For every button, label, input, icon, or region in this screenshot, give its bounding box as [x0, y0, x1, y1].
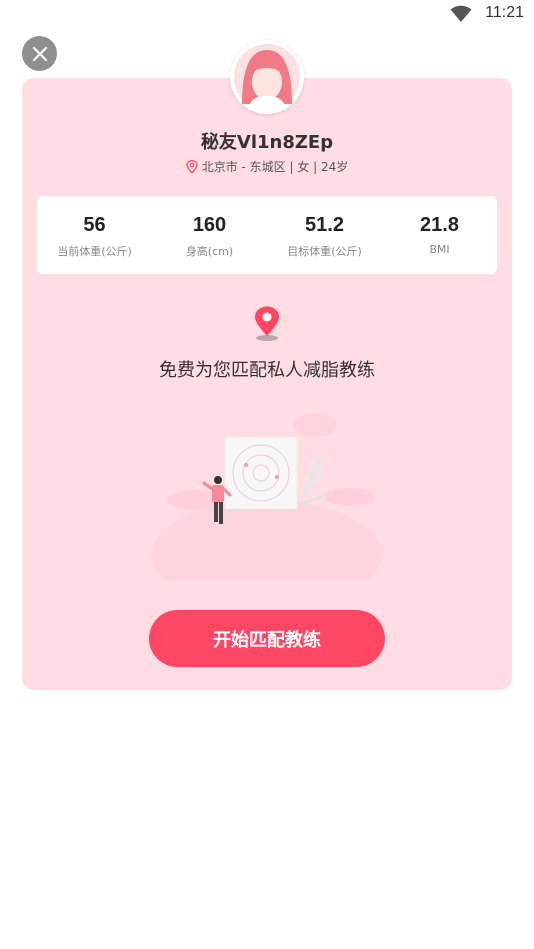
- map-pin-icon: [255, 306, 279, 341]
- user-meta-text: 北京市 - 东城区 | 女 | 24岁: [201, 160, 349, 174]
- username: 秘友Vl1n8ZEp: [200, 132, 334, 153]
- avatar: [230, 40, 304, 114]
- stats-panel: 56 当前体重(公斤) 160 身高(cm) 51.2 目标体重(公斤) 21.…: [37, 196, 497, 274]
- close-button[interactable]: [22, 36, 57, 71]
- avatar-image: [234, 44, 300, 110]
- tagline: 免费为您匹配私人减脂教练: [159, 360, 375, 381]
- wifi-icon: [450, 5, 472, 22]
- close-icon: [32, 46, 47, 61]
- matching-illustration: [152, 413, 382, 580]
- stat-value: 160: [192, 214, 227, 236]
- stat-label: 目标体重(公斤): [287, 245, 362, 258]
- status-time: 11:21: [485, 4, 524, 21]
- start-matching-button[interactable]: 开始匹配教练: [149, 610, 385, 667]
- stat-value: 51.2: [305, 214, 344, 236]
- status-bar: 11:21: [0, 0, 534, 28]
- stat-label: 当前体重(公斤): [57, 245, 132, 258]
- stat-label: BMI: [429, 243, 450, 256]
- stat-bmi: 21.8 BMI: [382, 196, 497, 274]
- stat-target-weight: 51.2 目标体重(公斤): [267, 196, 382, 274]
- stat-current-weight: 56 当前体重(公斤): [37, 196, 152, 274]
- stat-label: 身高(cm): [185, 245, 234, 258]
- user-meta: 北京市 - 东城区 | 女 | 24岁: [0, 158, 534, 175]
- location-icon: [186, 159, 198, 174]
- stat-value: 21.8: [420, 214, 459, 236]
- stat-height: 160 身高(cm): [152, 196, 267, 274]
- stat-value: 56: [83, 214, 106, 236]
